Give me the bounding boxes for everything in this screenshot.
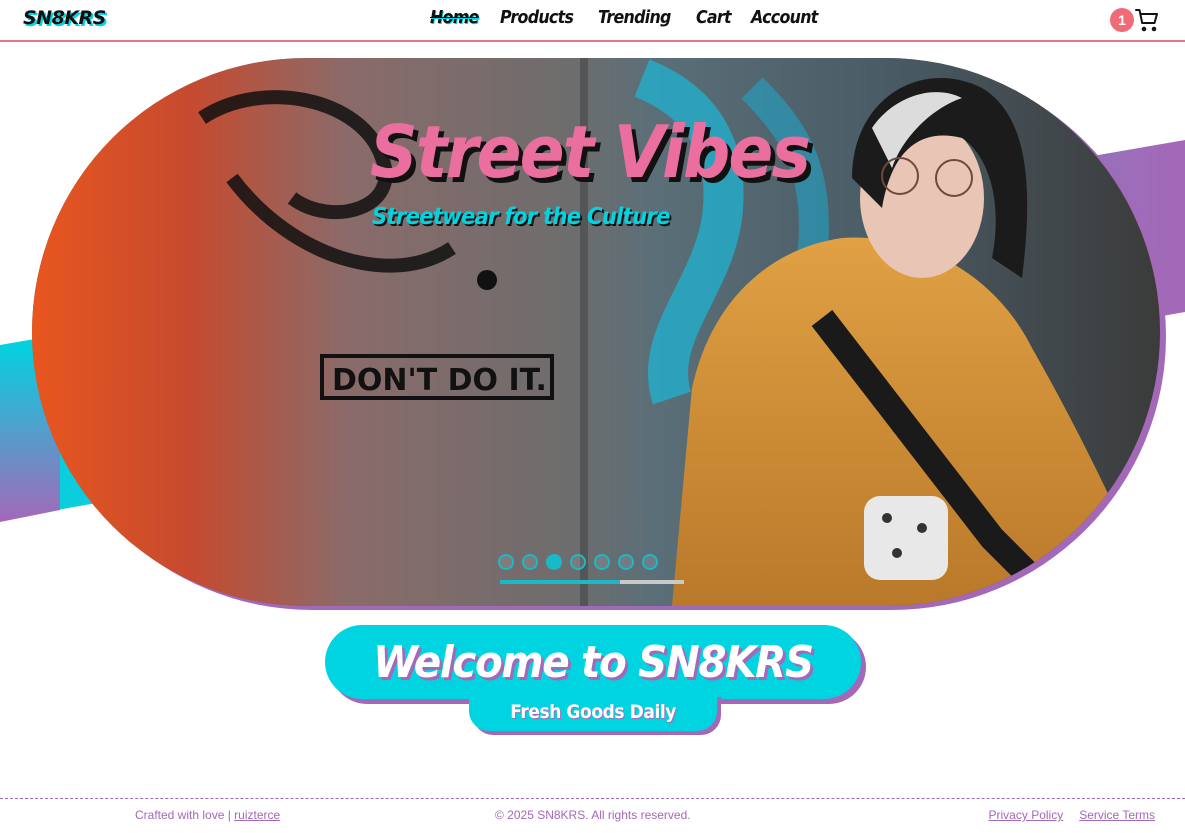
- hero-carousel[interactable]: DON'T DO IT. Street Vibes Streetwear for…: [32, 58, 1160, 606]
- top-header: SN8KRS Home Products Trending Cart Accou…: [0, 0, 1185, 42]
- nav-account-link[interactable]: Account: [751, 7, 818, 28]
- carousel-dot-4[interactable]: [570, 554, 586, 570]
- nav-cart-link[interactable]: Cart: [696, 7, 732, 28]
- footer-copyright: © 2025 SN8KRS. All rights reserved.: [495, 808, 691, 822]
- carousel-dot-2[interactable]: [522, 554, 538, 570]
- carousel-dot-6[interactable]: [618, 554, 634, 570]
- footer-crafted-text: Crafted with love |: [135, 808, 235, 822]
- carousel-progress-fill: [500, 580, 620, 584]
- hero-title: Street Vibes: [370, 110, 811, 194]
- footer-author-link[interactable]: ruizterce: [234, 808, 280, 822]
- welcome-subtitle: Fresh Goods Daily: [510, 701, 676, 723]
- site-logo[interactable]: SN8KRS: [23, 7, 106, 29]
- svg-text:DON'T DO IT.: DON'T DO IT.: [332, 363, 547, 398]
- hero-subtitle: Streetwear for the Culture: [372, 204, 670, 230]
- carousel-dot-1[interactable]: [498, 554, 514, 570]
- shopping-cart-icon[interactable]: [1135, 8, 1159, 32]
- privacy-policy-link[interactable]: Privacy Policy: [989, 808, 1064, 822]
- carousel-dot-7[interactable]: [642, 554, 658, 570]
- welcome-subtitle-tab: Fresh Goods Daily: [469, 693, 717, 731]
- carousel-progress-bar: [500, 580, 684, 584]
- carousel-dot-3[interactable]: [546, 554, 562, 570]
- site-footer: Crafted with love | ruizterce © 2025 SN8…: [0, 798, 1185, 833]
- footer-credits: Crafted with love | ruizterce: [135, 808, 280, 822]
- nav-products-link[interactable]: Products: [500, 7, 574, 28]
- cart-count-badge: 1: [1110, 8, 1134, 32]
- nav-home-link[interactable]: Home: [430, 7, 479, 28]
- nav-trending-link[interactable]: Trending: [598, 7, 671, 28]
- footer-links: Privacy Policy Service Terms: [989, 808, 1155, 822]
- welcome-banner: Welcome to SN8KRS: [325, 625, 861, 699]
- carousel-dot-5[interactable]: [594, 554, 610, 570]
- cart-button[interactable]: 1: [1110, 8, 1159, 32]
- carousel-dots: [498, 554, 658, 570]
- service-terms-link[interactable]: Service Terms: [1079, 808, 1155, 822]
- welcome-title: Welcome to SN8KRS: [373, 636, 814, 688]
- main-nav: Home Products Trending Cart Account: [430, 7, 826, 28]
